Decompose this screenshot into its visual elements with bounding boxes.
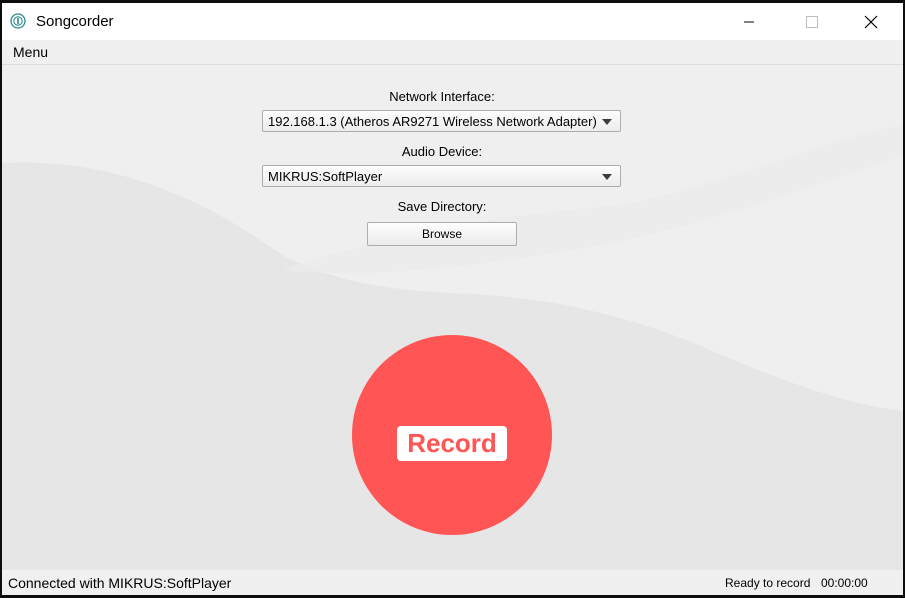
- title-bar[interactable]: Songcorder: [2, 3, 903, 40]
- elapsed-time: 00:00:00: [821, 576, 868, 590]
- maximize-icon: [806, 15, 818, 28]
- record-button-label: Record: [397, 426, 507, 461]
- record-button[interactable]: Record: [352, 335, 552, 535]
- main-panel: Network Interface: 192.168.1.3 (Atheros …: [2, 65, 903, 570]
- app-window: Songcorder Menu Network Interface: 192.1…: [2, 3, 903, 595]
- close-icon: [864, 15, 878, 28]
- status-bar: Connected with MIKRUS:SoftPlayer Ready t…: [2, 570, 903, 595]
- menu-bar: Menu: [2, 40, 903, 65]
- audio-device-label: Audio Device:: [401, 144, 483, 159]
- save-directory-label: Save Directory:: [397, 199, 487, 214]
- window-title: Songcorder: [36, 13, 114, 30]
- network-interface-value: 192.168.1.3 (Atheros AR9271 Wireless Net…: [268, 114, 597, 129]
- connection-status: Connected with MIKRUS:SoftPlayer: [8, 575, 232, 591]
- chevron-down-icon: [602, 119, 612, 125]
- minimize-button[interactable]: [726, 3, 772, 40]
- audio-device-select[interactable]: MIKRUS:SoftPlayer: [262, 165, 621, 187]
- close-button[interactable]: [848, 3, 894, 40]
- network-interface-select[interactable]: 192.168.1.3 (Atheros AR9271 Wireless Net…: [262, 110, 621, 132]
- menu-menu[interactable]: Menu: [13, 44, 48, 60]
- record-state: Ready to record: [725, 576, 811, 590]
- minimize-icon: [744, 21, 754, 22]
- audio-device-value: MIKRUS:SoftPlayer: [268, 169, 383, 184]
- chevron-down-icon: [602, 174, 612, 180]
- browse-button[interactable]: Browse: [367, 222, 517, 246]
- maximize-button[interactable]: [789, 3, 835, 40]
- songcorder-logo-icon: [10, 13, 26, 29]
- network-interface-label: Network Interface:: [389, 89, 495, 104]
